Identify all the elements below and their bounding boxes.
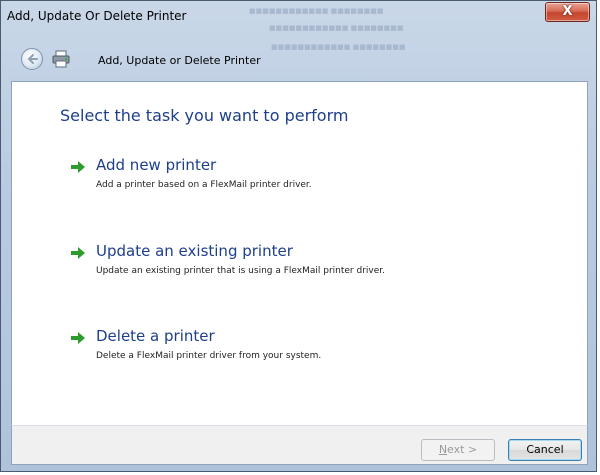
button-bar: Next > Cancel xyxy=(11,425,588,465)
background-artifact: ■■■■■■■■■■■■ ■■■■■■■■ xyxy=(271,43,406,51)
printer-wizard-icon xyxy=(52,50,70,68)
background-artifact: ■■■■■■■■■■■■ ■■■■■■■■ xyxy=(269,24,404,32)
option-title[interactable]: Delete a printer xyxy=(96,327,215,345)
option-description: Delete a FlexMail printer driver from yo… xyxy=(96,351,322,361)
option-title[interactable]: Add new printer xyxy=(96,156,216,174)
green-arrow-icon xyxy=(71,247,85,259)
next-button[interactable]: Next > xyxy=(421,439,495,461)
close-button[interactable]: X xyxy=(545,2,590,22)
navigation-bar: Add, Update or Delete Printer ■■■■■■■■■■… xyxy=(1,41,596,73)
next-label: ext > xyxy=(447,443,478,456)
title-bar: Add, Update Or Delete Printer ■■■■■■■■■■… xyxy=(1,1,596,32)
close-icon: X xyxy=(562,4,573,19)
green-arrow-icon xyxy=(71,161,85,173)
back-button[interactable] xyxy=(21,48,43,70)
green-arrow-icon xyxy=(71,332,85,344)
window-title: Add, Update Or Delete Printer xyxy=(7,9,187,23)
option-description: Add a printer based on a FlexMail printe… xyxy=(96,180,312,190)
cancel-button[interactable]: Cancel xyxy=(508,439,582,461)
content-pane: Select the task you want to perform Add … xyxy=(11,81,588,426)
wizard-window: Add, Update Or Delete Printer ■■■■■■■■■■… xyxy=(0,0,597,472)
option-description: Update an existing printer that is using… xyxy=(96,266,385,276)
option-title[interactable]: Update an existing printer xyxy=(96,242,293,260)
next-accesskey: N xyxy=(438,443,448,456)
background-artifact: ■■■■■■■■■■■■ ■■■■■■■■ xyxy=(249,7,384,15)
back-arrow-icon xyxy=(27,54,38,64)
wizard-title: Add, Update or Delete Printer xyxy=(98,54,261,67)
page-heading: Select the task you want to perform xyxy=(60,106,349,125)
